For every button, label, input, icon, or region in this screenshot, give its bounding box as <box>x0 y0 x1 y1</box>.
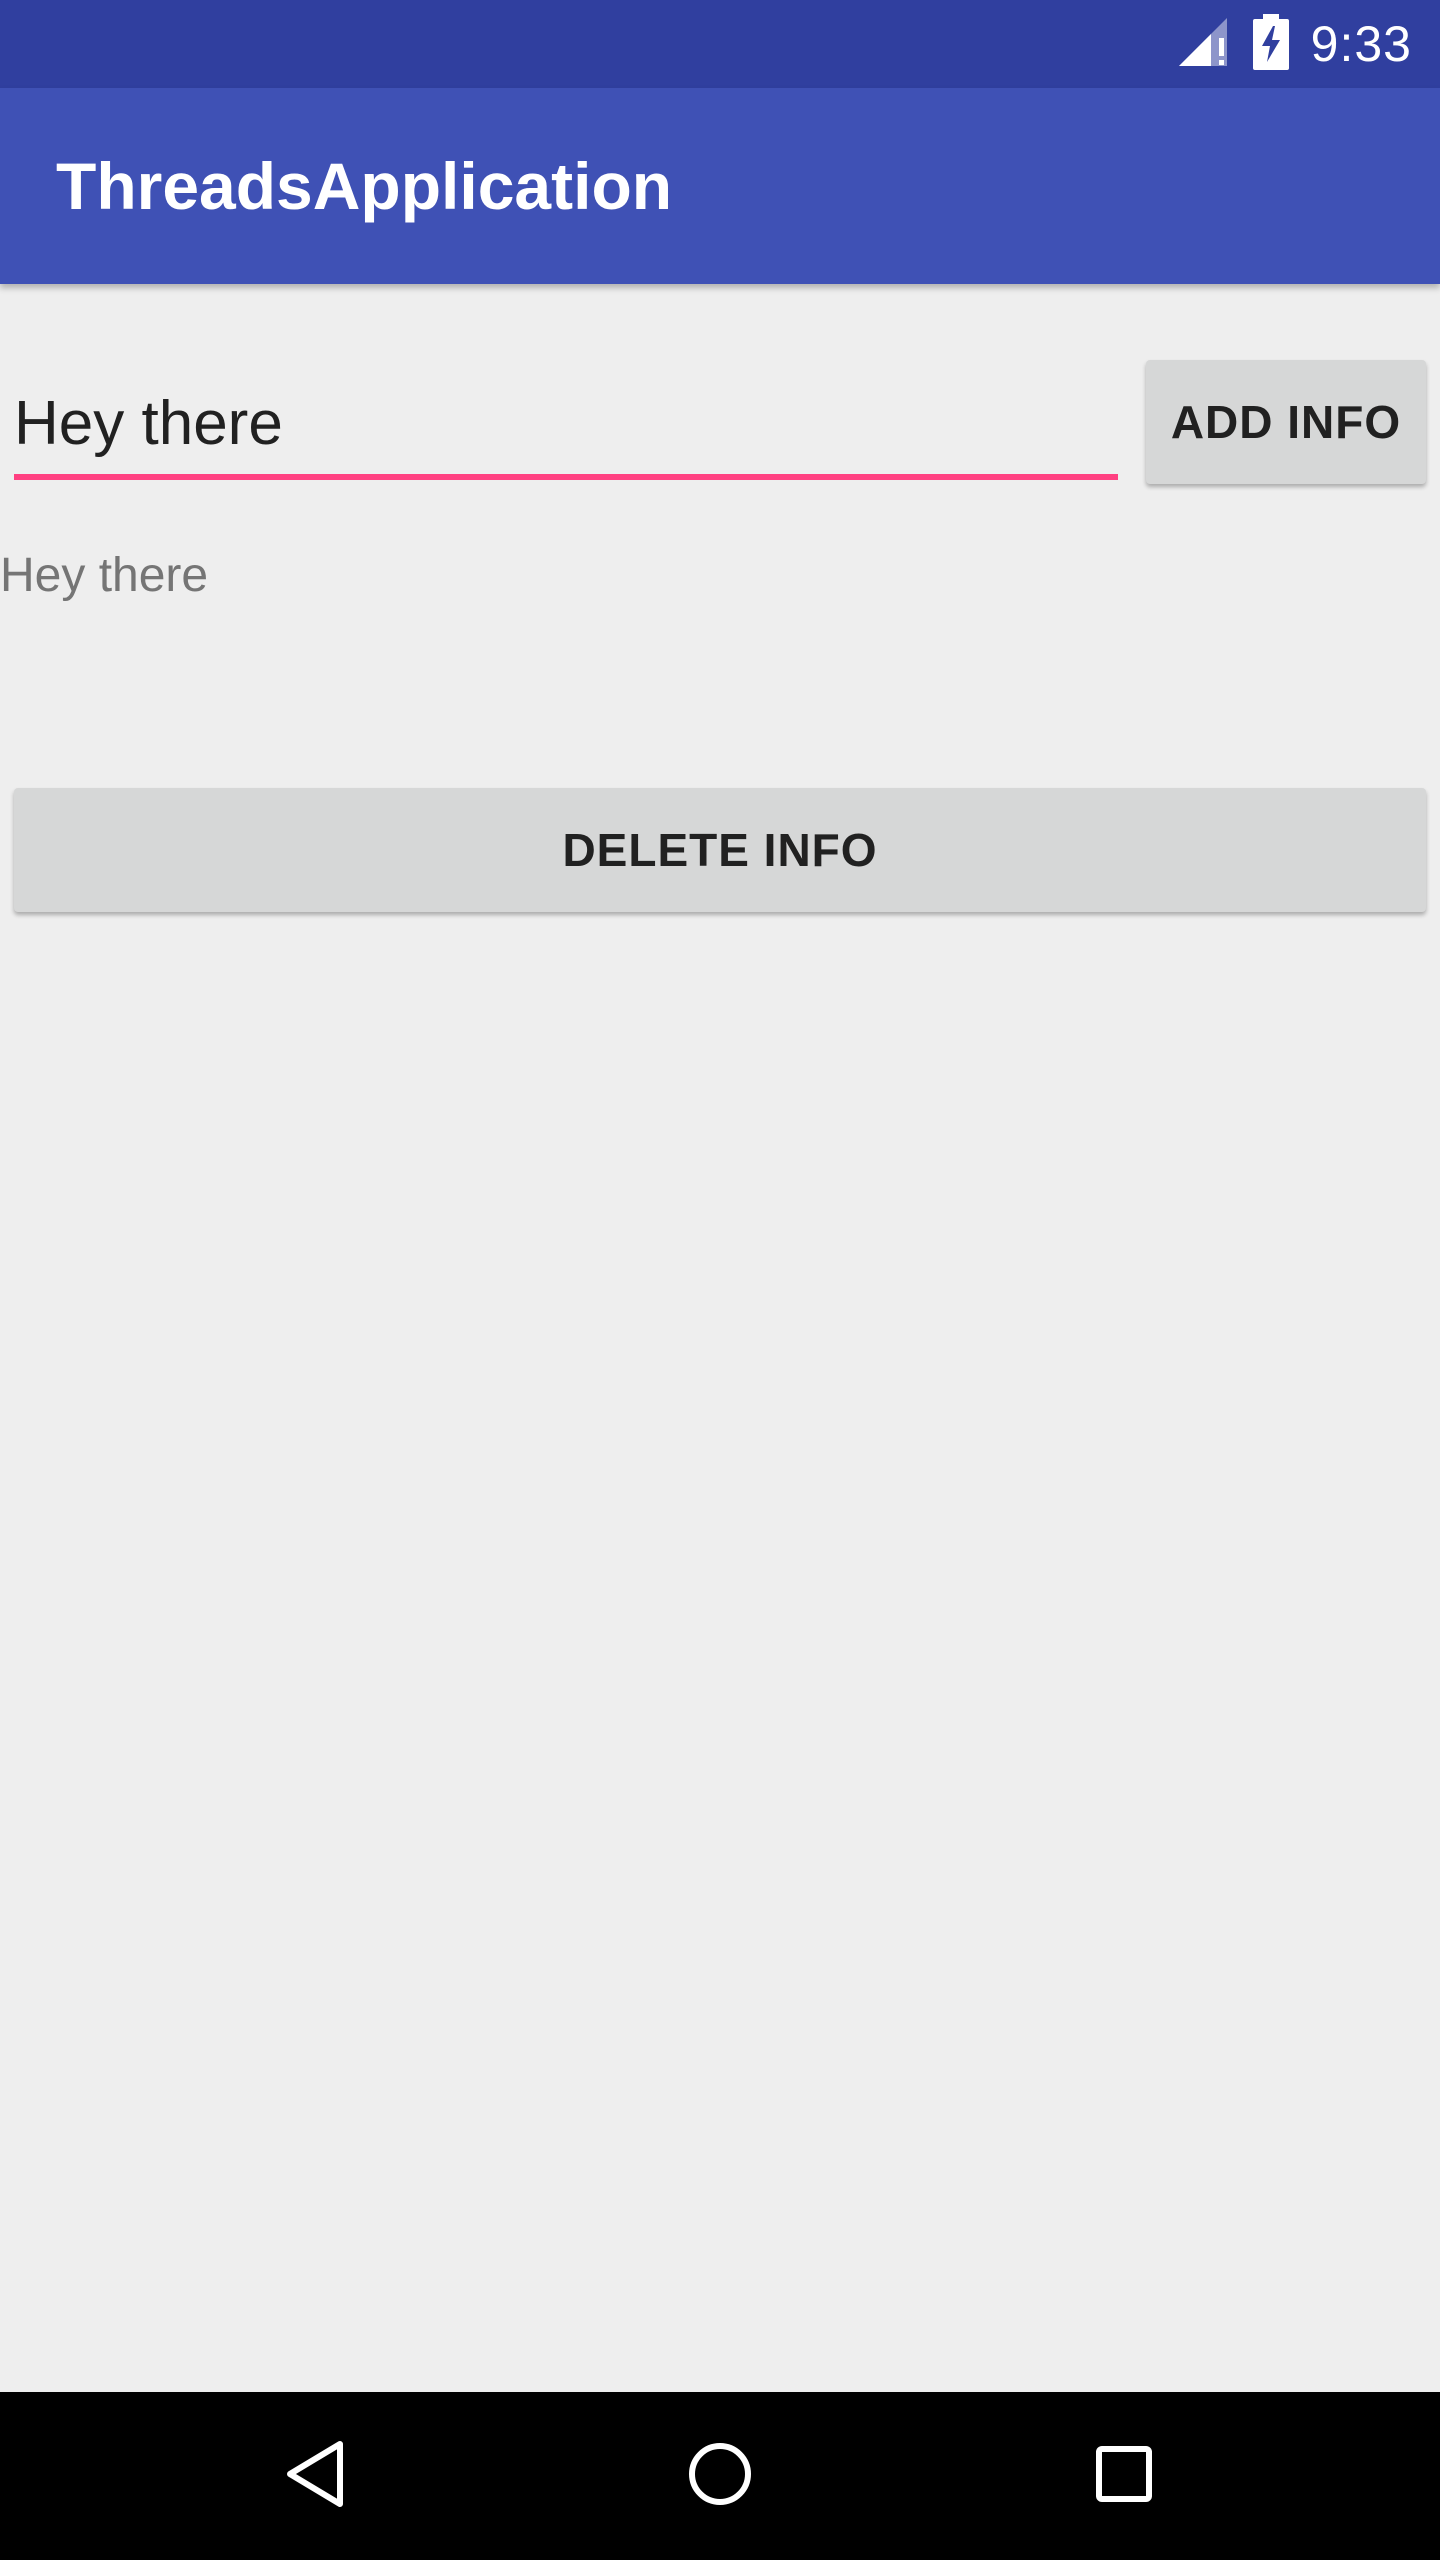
back-button[interactable] <box>236 2392 396 2560</box>
add-info-button[interactable]: ADD INFO <box>1146 360 1426 484</box>
info-text: Hey there <box>0 549 209 602</box>
back-icon <box>284 2438 348 2515</box>
home-icon <box>686 2440 754 2513</box>
status-icons: 9:33 <box>1175 0 1412 88</box>
info-input[interactable] <box>14 360 1118 476</box>
status-bar: 9:33 <box>0 0 1440 88</box>
home-button[interactable] <box>640 2392 800 2560</box>
recents-icon <box>1094 2444 1154 2509</box>
signal-no-connection-icon <box>1175 14 1231 75</box>
status-time: 9:33 <box>1310 16 1412 72</box>
input-underline <box>14 474 1118 480</box>
info-input-container <box>14 360 1118 484</box>
screen: 9:33 ThreadsApplication ADD INFO Hey the… <box>0 0 1440 2560</box>
recents-button[interactable] <box>1044 2392 1204 2560</box>
delete-info-button[interactable]: DELETE INFO <box>14 788 1426 912</box>
app-bar: ThreadsApplication <box>0 88 1440 284</box>
app-title: ThreadsApplication <box>56 149 673 223</box>
battery-charging-icon <box>1252 13 1289 75</box>
navigation-bar <box>0 2392 1440 2560</box>
